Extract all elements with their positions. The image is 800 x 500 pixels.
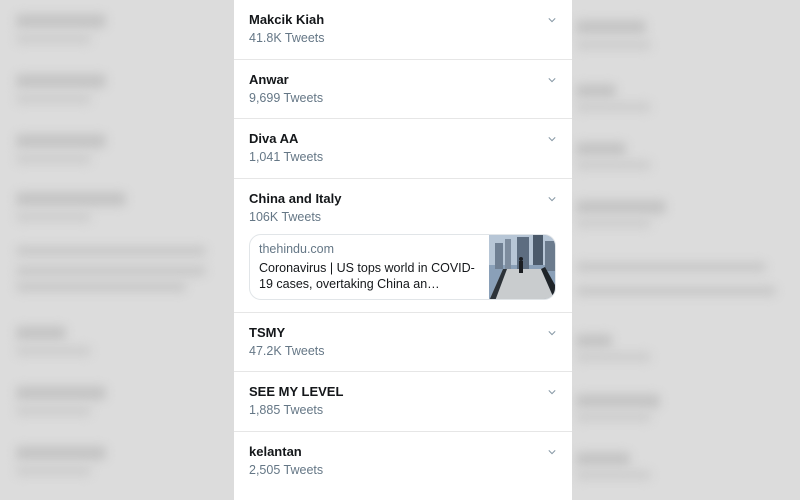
blurred-text xyxy=(576,452,630,466)
blurred-text xyxy=(16,346,91,356)
trends-list: Makcik Kiah 41.8K Tweets Anwar 9,699 Twe… xyxy=(234,0,572,500)
blurred-text xyxy=(576,84,616,98)
trend-item[interactable]: Anwar 9,699 Tweets xyxy=(234,60,572,119)
blurred-text xyxy=(16,34,91,44)
blurred-text xyxy=(16,466,91,476)
card-headline: Coronavirus | US tops world in COVID-19 … xyxy=(259,261,475,291)
blurred-text xyxy=(16,406,91,416)
trend-tweet-count: 1,885 Tweets xyxy=(249,403,324,417)
blurred-text xyxy=(16,212,91,222)
trend-tweet-count: 47.2K Tweets xyxy=(249,344,325,358)
next-trend-item-partial xyxy=(234,490,572,500)
blurred-text xyxy=(16,94,91,104)
blurred-text xyxy=(576,352,651,362)
trend-tweet-count: 1,041 Tweets xyxy=(249,150,324,164)
blurred-text xyxy=(16,446,106,460)
chevron-down-icon[interactable] xyxy=(548,329,556,337)
blurred-text xyxy=(16,74,106,88)
blurred-text xyxy=(16,192,126,206)
trend-item[interactable]: Diva AA 1,041 Tweets xyxy=(234,119,572,179)
blurred-text xyxy=(576,160,651,170)
blurred-text xyxy=(576,470,651,480)
chevron-down-icon[interactable] xyxy=(548,388,556,396)
chevron-down-icon[interactable] xyxy=(548,16,556,24)
blurred-text xyxy=(16,134,106,148)
blurred-text xyxy=(16,154,91,164)
trend-tweet-count: 106K Tweets xyxy=(249,210,322,224)
blurred-background-left xyxy=(0,0,234,500)
blurred-text xyxy=(576,394,660,408)
city-bridge-photo xyxy=(489,235,555,299)
trend-item[interactable]: kelantan 2,505 Tweets xyxy=(234,432,572,491)
blurred-text xyxy=(576,218,651,228)
trend-name: TSMY xyxy=(249,325,286,340)
blurred-text xyxy=(16,326,66,340)
blurred-text xyxy=(576,142,626,156)
chevron-down-icon[interactable] xyxy=(548,448,556,456)
blurred-text xyxy=(576,262,766,272)
trend-name: China and Italy xyxy=(249,191,342,206)
chevron-down-icon[interactable] xyxy=(548,76,556,84)
trend-tweet-count: 2,505 Tweets xyxy=(249,463,324,477)
blurred-text xyxy=(16,14,106,28)
blurred-text xyxy=(576,200,666,214)
trend-item[interactable]: TSMY 47.2K Tweets xyxy=(234,313,572,372)
trend-item[interactable]: China and Italy 106K Tweets thehindu.com… xyxy=(234,179,572,313)
trend-item[interactable]: Makcik Kiah 41.8K Tweets xyxy=(234,0,572,60)
blurred-text xyxy=(576,40,651,50)
blurred-text xyxy=(576,412,651,422)
blurred-text xyxy=(576,286,776,296)
blurred-text xyxy=(16,266,206,276)
trend-name: kelantan xyxy=(249,444,302,459)
trend-name: Makcik Kiah xyxy=(249,12,325,27)
trend-name: Diva AA xyxy=(249,131,299,146)
blurred-text xyxy=(576,102,651,112)
trend-tweet-count: 9,699 Tweets xyxy=(249,91,324,105)
chevron-down-icon[interactable] xyxy=(548,135,556,143)
chevron-down-icon[interactable] xyxy=(548,195,556,203)
link-preview-card[interactable]: thehindu.com Coronavirus | US tops world… xyxy=(249,234,556,300)
blurred-text xyxy=(576,20,646,34)
blurred-text xyxy=(16,386,106,400)
trend-tweet-count: 41.8K Tweets xyxy=(249,31,325,45)
blurred-background-right xyxy=(572,0,800,500)
blurred-text xyxy=(16,246,206,256)
card-domain: thehindu.com xyxy=(259,242,335,256)
blurred-text xyxy=(16,282,186,292)
blurred-text xyxy=(576,334,612,348)
trend-name: Anwar xyxy=(249,72,289,87)
trend-item[interactable]: SEE MY LEVEL 1,885 Tweets xyxy=(234,372,572,432)
trend-name: SEE MY LEVEL xyxy=(249,384,344,399)
